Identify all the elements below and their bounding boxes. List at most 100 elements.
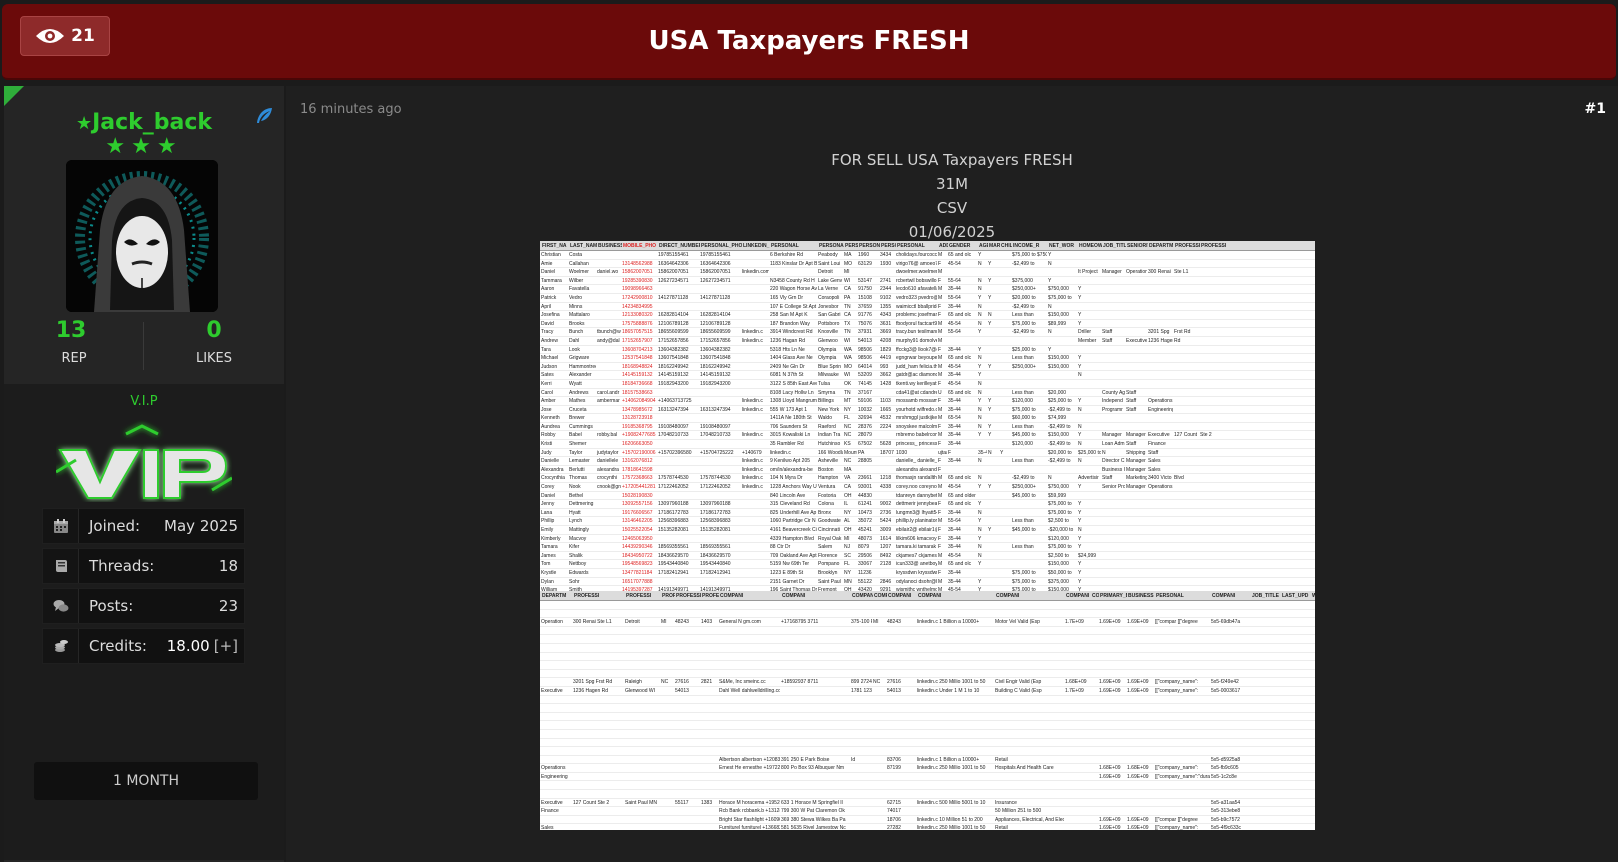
avatar[interactable] <box>66 160 218 312</box>
page-scrollbar[interactable] <box>1607 86 1618 862</box>
sheet-cell: 369 380 Stewa Wilkes Ba Pa <box>781 816 846 823</box>
sheet-row: Carol Andrews carol.andr 18157538663 8108 La… <box>540 389 1315 398</box>
sheet-header-cell: COMPANI <box>996 593 1020 599</box>
sheet-cell: linkedin.c Under 1 M 1 to 10 <box>917 687 980 694</box>
sheet-cell: Boston <box>818 466 834 473</box>
sheet-cell: 16364642306 <box>700 260 731 267</box>
sheet-cell: F <box>938 535 942 542</box>
sheet-cell: 35-44 <box>948 346 961 353</box>
threads-row[interactable]: Threads: 18 <box>42 548 245 584</box>
sheet-cell: murphy91 domolver <box>896 337 937 344</box>
sheet-cell: M <box>938 320 943 327</box>
sheet-cell: M <box>938 294 943 301</box>
rank-section: V.I.P Joined: May 2025 Threads: 18 Posts… <box>4 384 284 860</box>
threads-label: Threads: <box>89 557 155 575</box>
sheet-cell: $75,000 to <box>1048 544 1072 551</box>
sheet-cell: 13097960188 <box>658 501 689 508</box>
sheet-cell: linkedin.c <box>742 484 763 491</box>
sheet-cell: Woelmer <box>569 269 589 276</box>
sheet-cell: thomasjn randallthc <box>896 475 937 482</box>
sheet-cell: Detroit <box>818 269 833 276</box>
sheet-row: Operation 300 Renai Ste L1 Detroit MI 48243 1… <box>540 618 1315 627</box>
add-credits-link[interactable]: [+] <box>214 637 238 655</box>
sheet-row: Robby Babel robby.bal +19082477685 170482107… <box>540 431 1315 441</box>
sheet-cell: princess_ princess_ <box>896 441 937 448</box>
posts-row[interactable]: Posts: 23 <box>42 588 245 624</box>
sheet-cell: Y <box>988 527 992 533</box>
sheet-cell: 18657057515 <box>622 329 653 336</box>
sheet-row: Patrick Vedro 17242900810 14127871128 141278… <box>540 294 1315 303</box>
sheet-header-cell: BUSINESS <box>598 243 622 249</box>
username[interactable]: ★Jack_back <box>4 110 284 135</box>
sheet-cell: AL <box>844 518 851 525</box>
sheet-cell: Appliances, Electrical, And Electronics … <box>995 816 1064 823</box>
sheet-cell: Tracy <box>541 329 554 336</box>
sheet-cell: Furniturel furniturel +13668221 5712 <box>719 825 780 830</box>
sheet-row: Tamara Kifer 14439290346 18569355561 1856935… <box>540 543 1315 552</box>
sheet-cell: 19185368795 <box>622 423 653 430</box>
sheet-cell: N <box>978 303 982 310</box>
sheet-cell: Tammara <box>541 277 562 284</box>
rep-label: REP <box>61 351 87 366</box>
sheet-cell: TX <box>844 320 851 327</box>
sheet-cell: Y <box>1078 578 1082 585</box>
sheet-cell: 65 and older <box>948 492 976 499</box>
sheet-cell: alexandra <box>597 466 619 473</box>
sheet-cell: Brewer <box>569 415 585 422</box>
sheet-cell: mrshmggl justkijkem <box>896 415 937 422</box>
sheet-cell: tbunch@w <box>597 329 621 336</box>
sheet-cell: 37931 <box>858 329 872 336</box>
sheet-cell: 12106789128 <box>658 320 689 327</box>
sheet-cell: lilkim606 kmacvoy@ <box>896 535 937 542</box>
sheet-cell: Y <box>988 484 992 491</box>
sheet-row: Judy Taylor judytaylor +15702190006 +1570239… <box>540 449 1315 458</box>
sheet-cell: 709 Oakland Ave Apt <box>770 552 817 559</box>
sheet-cell: 16364642306 <box>658 260 689 267</box>
sheet-cell: Frst Rd <box>1174 329 1191 336</box>
sheet-cell: vedro323 pvedro@g <box>896 294 937 301</box>
sheet-header-cell: FIRST_NA <box>542 243 567 249</box>
sheet-cell: Y <box>1000 449 1004 456</box>
sheet-cell: 706 Saunders St <box>770 423 808 430</box>
sheet-row: Engineering 1.69E+09 1.69E+09 [["company_na… <box>540 773 1315 782</box>
joined-value: May 2025 <box>164 517 238 535</box>
sheet-cell: 2224 <box>880 423 892 430</box>
sheet-row <box>540 610 1315 619</box>
sheet-cell: MO <box>844 260 853 267</box>
sheet-cell: 5x5-69db47a <box>1211 619 1241 626</box>
coins-icon <box>54 640 68 652</box>
sheet-cell: Y <box>978 501 982 508</box>
sheet-cell: 1.68E+09 <box>1065 679 1087 686</box>
sheet-cell: 83706 <box>887 756 901 763</box>
sheet-cell: 17152657856 <box>658 337 689 344</box>
sheet-cell: N <box>978 389 982 396</box>
sheet-cell: Y <box>1048 346 1052 353</box>
sheet-cell: cda41@at cdandrew <box>896 389 937 396</box>
sheet-cell: 9 Kenilwo Apt 205 <box>770 458 811 465</box>
likes-stat[interactable]: 0 LIKES <box>144 318 284 366</box>
sheet-cell: U <box>938 389 942 396</box>
sheet-cell: TN <box>844 329 851 336</box>
sheet-cell: +15704725222 <box>700 449 734 456</box>
sheet-header-cell: PROFESSI <box>702 593 719 599</box>
sheet-cell: Detroit <box>625 619 640 626</box>
sheet-row <box>540 653 1315 662</box>
sheet-cell: Y <box>978 398 982 405</box>
sheet-cell: N <box>1048 303 1052 310</box>
sheet-cell: Y <box>1078 363 1082 370</box>
sheet-header-cell: PERSONAL_PHONE <box>701 243 742 249</box>
rep-stat[interactable]: 13 REP <box>4 318 144 366</box>
sheet-cell: $375,000 <box>1048 578 1069 585</box>
sheet-cell: Carol <box>541 389 553 396</box>
sheet-cell: Milwauke <box>818 372 839 379</box>
sheet-cell: 1.69E+09 <box>1099 825 1121 830</box>
sheet-cell: Olympia <box>818 355 837 362</box>
spreadsheet-screenshot[interactable]: FIRST_NA LAST_NAMBUSINESSMOBILE_PHO DIRECT… <box>540 241 1315 830</box>
sheet-header-row: DEPARTMPROFESSIPROFESSIPROFESSIPROFESSIP… <box>540 591 1315 601</box>
sheet-cell: egngrwar beyouper <box>896 355 937 362</box>
post-timestamp[interactable]: 16 minutes ago <box>300 102 402 117</box>
sheet-cell: 2821 <box>701 679 713 686</box>
post-permalink[interactable]: #1 <box>1585 101 1606 117</box>
sheet-cell: Lemaster <box>569 458 590 465</box>
sheet-cell: N <box>978 415 982 422</box>
